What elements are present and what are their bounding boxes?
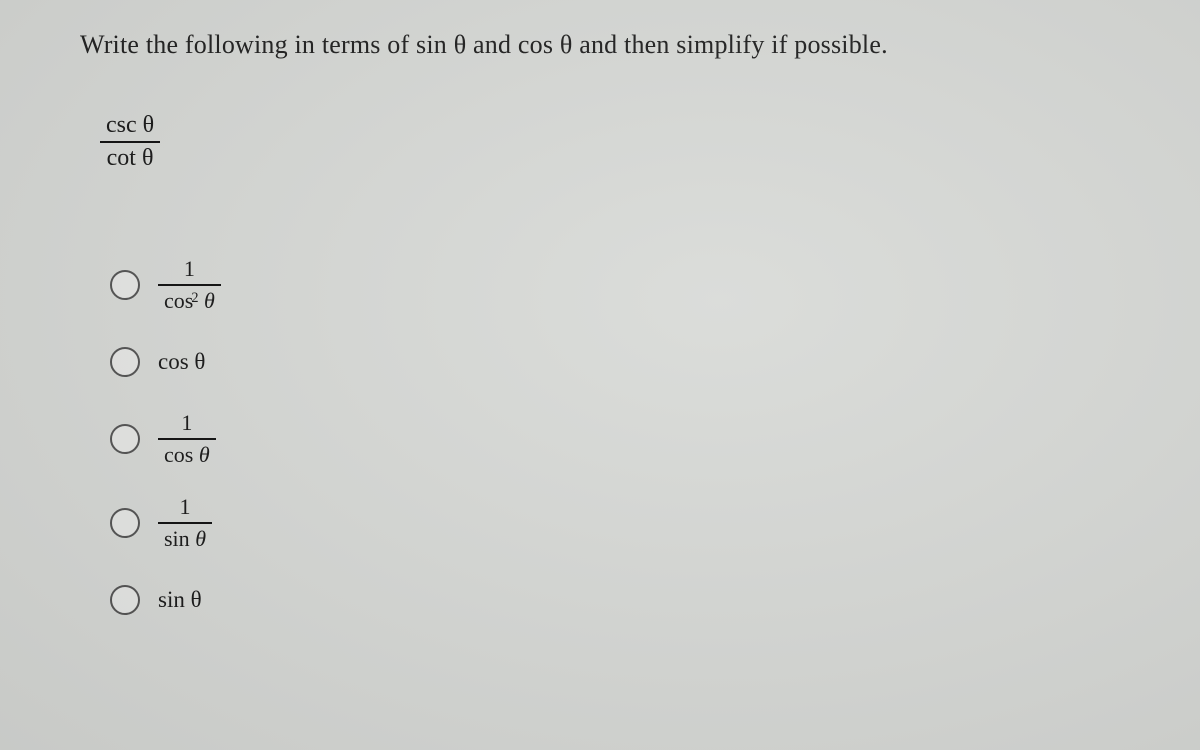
- option-3-denominator: cos θ: [158, 438, 216, 470]
- radio-icon[interactable]: [110, 347, 140, 377]
- option-3-numerator: 1: [158, 408, 216, 438]
- radio-icon[interactable]: [110, 508, 140, 538]
- option-1[interactable]: 1 cos2 θ: [110, 254, 1120, 316]
- question-expression: csc θ cot θ: [100, 110, 1120, 174]
- option-1-expression: 1 cos2 θ: [158, 254, 221, 316]
- option-3-expression: 1 cos θ: [158, 408, 216, 470]
- radio-icon[interactable]: [110, 585, 140, 615]
- option-3[interactable]: 1 cos θ: [110, 408, 1120, 470]
- expression-numerator: csc θ: [100, 110, 160, 141]
- expression-fraction: csc θ cot θ: [100, 110, 160, 174]
- question-page: Write the following in terms of sin θ an…: [0, 0, 1200, 666]
- option-1-denominator: cos2 θ: [158, 284, 221, 316]
- option-4-expression: 1 sin θ: [158, 492, 212, 554]
- radio-icon[interactable]: [110, 270, 140, 300]
- option-2[interactable]: cos θ: [110, 338, 1120, 386]
- radio-icon[interactable]: [110, 424, 140, 454]
- option-1-numerator: 1: [158, 254, 221, 284]
- option-5-expression: sin θ: [158, 587, 202, 613]
- option-4-numerator: 1: [158, 492, 212, 522]
- option-2-expression: cos θ: [158, 349, 205, 375]
- question-prompt: Write the following in terms of sin θ an…: [80, 30, 1120, 60]
- option-4[interactable]: 1 sin θ: [110, 492, 1120, 554]
- expression-denominator: cot θ: [100, 141, 160, 174]
- option-4-denominator: sin θ: [158, 522, 212, 554]
- answer-options: 1 cos2 θ cos θ 1 cos θ 1 s: [110, 254, 1120, 624]
- option-5[interactable]: sin θ: [110, 576, 1120, 624]
